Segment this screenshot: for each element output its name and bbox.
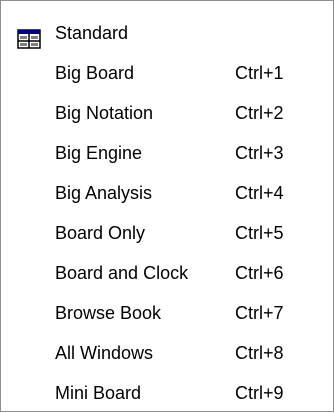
menu-item-big-notation[interactable]: Big Notation Ctrl+2 <box>1 93 333 133</box>
menu-item-shortcut: Ctrl+7 <box>235 303 284 323</box>
menu-item-browse-book[interactable]: Browse Book Ctrl+7 <box>1 293 333 333</box>
menu-item-shortcut: Ctrl+2 <box>235 103 284 123</box>
layout-menu: Standard Big Board Ctrl+1 Big Notation C… <box>0 0 334 412</box>
menu-item-shortcut: Ctrl+8 <box>235 343 284 363</box>
menu-item-big-analysis[interactable]: Big Analysis Ctrl+4 <box>1 173 333 213</box>
menu-item-label: Board Only <box>55 223 146 243</box>
layout-window-icon <box>17 23 41 49</box>
menu-item-label: Big Board <box>55 63 135 83</box>
menu-item-board-only[interactable]: Board Only Ctrl+5 <box>1 213 333 253</box>
menu-item-label: Mini Board <box>55 383 142 403</box>
menu-item-all-windows[interactable]: All Windows Ctrl+8 <box>1 333 333 373</box>
menu-item-label: Big Analysis <box>55 183 153 203</box>
menu-item-label: Board and Clock <box>55 263 189 283</box>
menu-item-label: Browse Book <box>55 303 162 323</box>
menu-item-shortcut: Ctrl+6 <box>235 263 284 283</box>
menu-item-label: All Windows <box>55 343 154 363</box>
menu-item-standard[interactable]: Standard <box>1 13 333 53</box>
menu-item-shortcut: Ctrl+9 <box>235 383 284 403</box>
menu-item-board-and-clock[interactable]: Board and Clock Ctrl+6 <box>1 253 333 293</box>
menu-item-shortcut: Ctrl+5 <box>235 223 284 243</box>
menu-item-big-engine[interactable]: Big Engine Ctrl+3 <box>1 133 333 173</box>
menu-item-label: Big Engine <box>55 143 143 163</box>
menu-item-big-board[interactable]: Big Board Ctrl+1 <box>1 53 333 93</box>
menu-item-shortcut: Ctrl+3 <box>235 143 284 163</box>
menu-item-mini-board[interactable]: Mini Board Ctrl+9 <box>1 373 333 413</box>
menu-item-shortcut: Ctrl+1 <box>235 63 284 83</box>
menu-item-label: Standard <box>55 23 129 43</box>
menu-item-label: Big Notation <box>55 103 154 123</box>
menu-item-shortcut: Ctrl+4 <box>235 183 284 203</box>
